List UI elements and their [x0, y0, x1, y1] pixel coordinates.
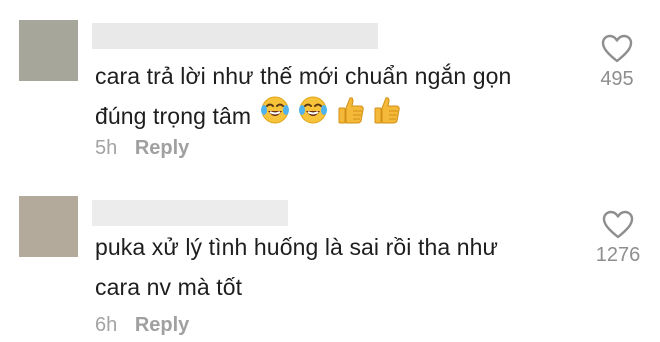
redacted-username[interactable] [92, 23, 378, 49]
heart-icon[interactable] [602, 210, 634, 240]
avatar[interactable] [19, 20, 78, 81]
face-with-tears-of-joy-icon [260, 95, 290, 137]
comment-item-2: puka xử lý tình huống là sai rồi tha như… [0, 180, 660, 342]
like-control: 495 [592, 34, 642, 91]
redacted-username[interactable] [92, 200, 288, 226]
face-with-tears-of-joy-icon [298, 95, 328, 137]
like-control: 1276 [590, 210, 646, 267]
comment-timestamp: 6h [95, 314, 118, 336]
like-count: 495 [600, 68, 634, 90]
reply-button[interactable]: Reply [135, 314, 189, 336]
comment-text-line-1: puka xử lý tình huống là sai rồi tha như [95, 234, 499, 260]
comment-item-1: cara trả lời như thế mới chuẩn ngắn gọn … [0, 0, 660, 180]
comment-text: cara trả lời như thế mới chuẩn ngắn gọn … [95, 56, 585, 139]
avatar[interactable] [19, 196, 78, 257]
comment-text-line-1: cara trả lời như thế mới chuẩn ngắn gọn [95, 63, 512, 89]
comment-meta: 5h Reply [95, 137, 189, 160]
comment-meta: 6h Reply [95, 314, 189, 337]
comment-timestamp: 5h [95, 137, 118, 159]
reply-button[interactable]: Reply [135, 137, 189, 159]
like-count: 1276 [595, 244, 641, 266]
comment-text-line-2-text: đúng trọng tâm [95, 103, 252, 129]
comment-text-line-2: đúng trọng tâm [95, 96, 585, 139]
thumbs-up-icon [373, 95, 401, 137]
heart-icon[interactable] [601, 34, 633, 64]
thumbs-up-icon [337, 95, 365, 137]
comment-text: puka xử lý tình huống là sai rồi tha như… [95, 227, 585, 307]
comment-text-line-2: cara nv mà tốt [95, 274, 243, 300]
